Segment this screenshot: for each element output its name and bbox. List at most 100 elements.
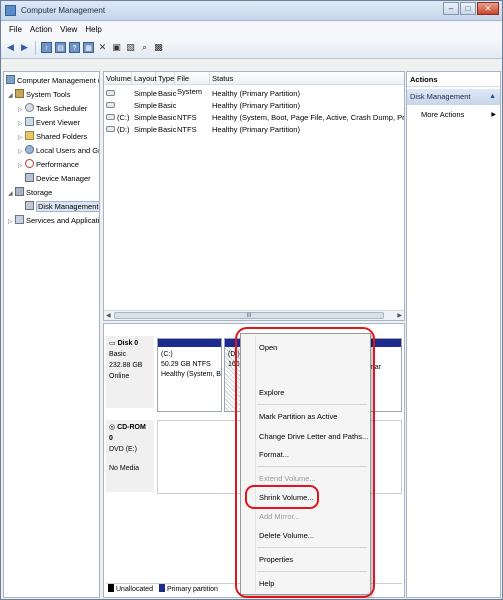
tree-item-label: Storage bbox=[26, 188, 53, 197]
expand-icon[interactable]: ▷ bbox=[18, 103, 25, 117]
menu-item-delete-volume[interactable]: Delete Volume... bbox=[259, 530, 314, 542]
cell-volume: (C:) bbox=[117, 113, 130, 122]
primary-partition-bar bbox=[158, 339, 221, 347]
tree-item-computer-management[interactable]: Computer Management (Local bbox=[6, 74, 99, 88]
tree-item-label: Performance bbox=[36, 160, 79, 169]
table-row[interactable]: Simple Basic Healthy (Primary Partition) bbox=[104, 88, 404, 99]
menu-item-help[interactable]: Help bbox=[259, 578, 274, 590]
forward-icon[interactable]: ▶ bbox=[19, 42, 30, 53]
actions-section-label: Disk Management bbox=[410, 92, 471, 101]
tree-item-disk-management[interactable]: Disk Management bbox=[25, 200, 99, 214]
caption-buttons: – □ ✕ bbox=[442, 2, 499, 18]
menu-item-change-drive-letter[interactable]: Change Drive Letter and Paths... bbox=[259, 431, 368, 443]
cdrom0-state: No Media bbox=[109, 465, 139, 472]
table-row[interactable]: (D:) Simple Basic NTFS Healthy (Primary … bbox=[104, 124, 404, 135]
collapse-icon[interactable]: ◢ bbox=[8, 89, 15, 103]
disk-icon bbox=[25, 201, 34, 210]
search-icon[interactable]: ⌕ bbox=[139, 42, 150, 53]
tree-item-performance[interactable]: ▷ Performance bbox=[18, 158, 79, 172]
tree-item-services-applications[interactable]: ▷ Services and Applications bbox=[8, 214, 100, 229]
table-row[interactable]: (C:) Simple Basic NTFS Healthy (System, … bbox=[104, 112, 404, 123]
cell-layout: Simple bbox=[134, 89, 157, 98]
column-header-type[interactable]: Type bbox=[156, 72, 175, 85]
expand-icon[interactable]: ▷ bbox=[18, 159, 25, 173]
menu-item-extend-volume: Extend Volume... bbox=[259, 474, 316, 483]
column-header-status[interactable]: Status bbox=[210, 72, 404, 85]
column-header-volume[interactable]: Volume bbox=[104, 72, 132, 85]
menu-item-properties[interactable]: Properties bbox=[259, 554, 293, 566]
disk0-type: Basic bbox=[109, 351, 127, 358]
tree-item-label: Device Manager bbox=[36, 174, 91, 183]
cdrom0-label[interactable]: ◎ CD-ROM 0 DVD (E:) No Media bbox=[106, 420, 154, 492]
help-icon[interactable]: ? bbox=[69, 42, 80, 53]
legend-primary: Primary partition bbox=[158, 584, 218, 595]
up-icon[interactable]: ↑ bbox=[41, 42, 52, 53]
services-icon bbox=[15, 215, 24, 224]
tree-item-shared-folders[interactable]: ▷ Shared Folders bbox=[18, 130, 87, 144]
scroll-left-icon[interactable]: ◀ bbox=[106, 312, 111, 319]
tree-item-label: Computer Management (Local bbox=[17, 76, 99, 85]
tree-item-local-users-groups[interactable]: ▷ Local Users and Groups bbox=[18, 144, 99, 159]
collapse-icon[interactable]: ◢ bbox=[8, 187, 15, 201]
horizontal-scrollbar[interactable]: ◀ III ▶ bbox=[104, 310, 404, 320]
expand-icon[interactable]: ▷ bbox=[18, 145, 25, 159]
expand-icon[interactable]: ▷ bbox=[18, 117, 25, 131]
tree-item-label: Local Users and Groups bbox=[36, 146, 99, 155]
tree-item-label: Event Viewer bbox=[36, 118, 81, 127]
new-icon[interactable]: ▧ bbox=[125, 42, 136, 53]
actions-section-disk-management[interactable]: Disk Management ▲ bbox=[407, 89, 500, 105]
back-icon[interactable]: ◀ bbox=[5, 42, 16, 53]
menu-separator bbox=[257, 404, 367, 405]
tree-item-storage[interactable]: ◢ Storage bbox=[8, 186, 52, 200]
disk-icon bbox=[106, 124, 115, 135]
event-icon bbox=[25, 117, 34, 126]
tree-item-task-scheduler[interactable]: ▷ Task Scheduler bbox=[18, 102, 87, 116]
cell-type: Basic bbox=[158, 125, 177, 134]
tree-item-system-tools[interactable]: ◢ System Tools bbox=[8, 88, 70, 102]
menu-gutter bbox=[255, 336, 256, 592]
tree-item-label: Services and Applications bbox=[26, 216, 100, 225]
minimize-button[interactable]: – bbox=[443, 2, 459, 15]
menu-file[interactable]: File bbox=[5, 22, 26, 37]
close-button[interactable]: ✕ bbox=[477, 2, 499, 15]
menu-item-mark-active[interactable]: Mark Partition as Active bbox=[259, 411, 337, 423]
scrollbar-thumb[interactable]: III bbox=[114, 312, 384, 319]
properties-icon[interactable]: ▦ bbox=[83, 42, 94, 53]
menu-item-open[interactable]: Open bbox=[259, 342, 277, 354]
show-tree-icon[interactable]: ▤ bbox=[55, 42, 66, 53]
delete-icon[interactable]: ✕ bbox=[97, 42, 108, 53]
expand-icon[interactable]: ▷ bbox=[8, 215, 15, 229]
more-actions[interactable]: More Actions ▶ bbox=[407, 107, 500, 123]
cell-file-system: NTFS bbox=[177, 113, 197, 122]
cell-layout: Simple bbox=[134, 101, 157, 110]
tree-item-device-manager[interactable]: Device Manager bbox=[25, 172, 91, 186]
more-actions-label: More Actions bbox=[421, 110, 465, 119]
menu-item-shrink-volume[interactable]: Shrink Volume... bbox=[259, 492, 314, 504]
expand-icon[interactable]: ▷ bbox=[18, 131, 25, 145]
tree-item-label: Task Scheduler bbox=[36, 104, 88, 113]
submenu-arrow-icon: ▶ bbox=[491, 112, 496, 118]
disk-icon bbox=[106, 112, 115, 123]
actions-pane: Actions Disk Management ▲ More Actions ▶ bbox=[406, 71, 501, 598]
refresh-icon[interactable]: ▩ bbox=[153, 42, 164, 53]
volume-list: Volume Layout Type File System Status Si… bbox=[103, 71, 405, 321]
tree-item-event-viewer[interactable]: ▷ Event Viewer bbox=[18, 116, 80, 130]
menu-help[interactable]: Help bbox=[81, 22, 105, 37]
scroll-right-icon[interactable]: ▶ bbox=[397, 312, 402, 319]
collapse-up-icon[interactable]: ▲ bbox=[489, 89, 496, 105]
menu-action[interactable]: Action bbox=[26, 22, 56, 37]
cell-layout: Simple bbox=[134, 125, 157, 134]
maximize-button[interactable]: □ bbox=[460, 2, 476, 15]
cell-status: Healthy (Primary Partition) bbox=[212, 125, 300, 134]
export-icon[interactable]: ▣ bbox=[111, 42, 122, 53]
column-header-file-system[interactable]: File System bbox=[175, 72, 210, 96]
menu-item-explore[interactable]: Explore bbox=[259, 387, 284, 399]
table-row[interactable]: Simple Basic Healthy (Primary Partition) bbox=[104, 100, 404, 111]
partition-c[interactable]: (C:) 50.29 GB NTFS Healthy (System, Boo bbox=[157, 338, 222, 412]
cell-file-system: NTFS bbox=[177, 125, 197, 134]
menu-item-format[interactable]: Format... bbox=[259, 449, 289, 461]
cell-type: Basic bbox=[158, 101, 177, 110]
column-header-layout[interactable]: Layout bbox=[132, 72, 157, 85]
menu-view[interactable]: View bbox=[56, 22, 81, 37]
disk0-label[interactable]: ▭ Disk 0 Basic 232.88 GB Online bbox=[106, 336, 154, 408]
